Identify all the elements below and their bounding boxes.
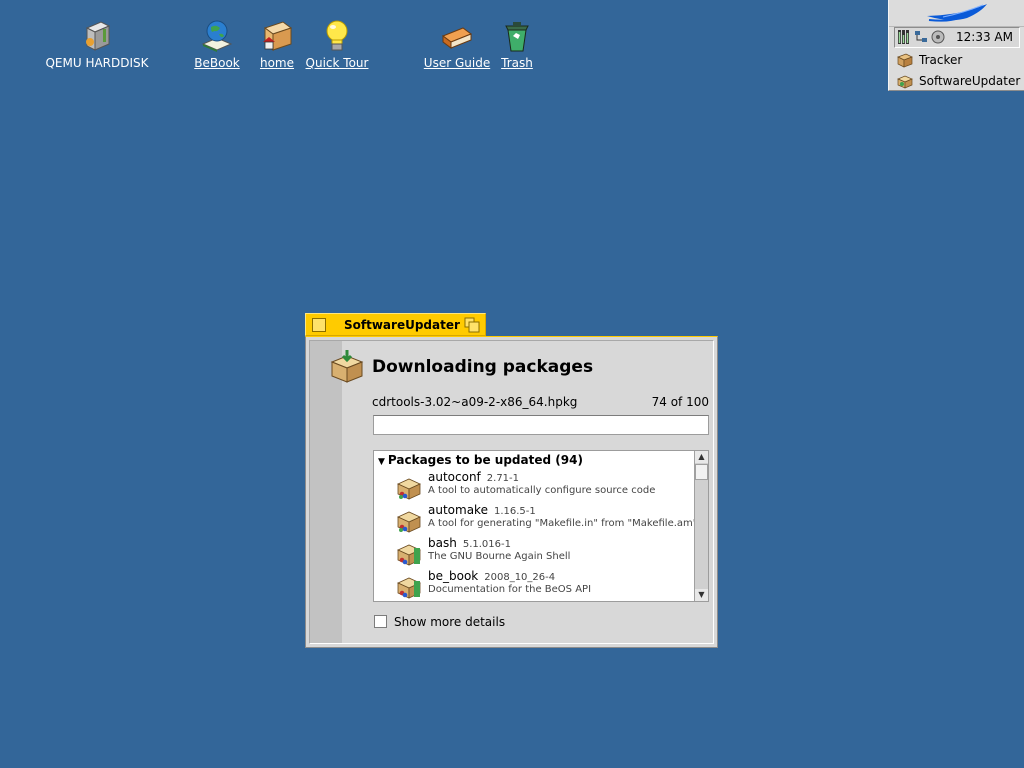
packages-list[interactable]: ▼ Packages to be updated (94) autoconf 2.7… xyxy=(373,450,709,602)
scrollbar-thumb[interactable] xyxy=(695,464,708,480)
desktop-icon-quick-tour[interactable]: Quick Tour xyxy=(282,18,392,70)
show-details-label[interactable]: Show more details xyxy=(394,615,505,629)
haiku-leaf-icon xyxy=(927,4,987,22)
package-icon xyxy=(397,577,421,599)
package-name: be_book 2008_10_26-4 xyxy=(428,569,556,583)
trash-icon xyxy=(505,22,529,52)
deskbar-item-label: SoftwareUpdater xyxy=(919,73,1021,88)
package-name: autoconf 2.71-1 xyxy=(428,470,520,484)
package-row[interactable]: bash 5.1.016-1 The GNU Bourne Again Shell xyxy=(396,536,686,569)
desktop-icon-label: Quick Tour xyxy=(305,56,369,70)
package-version: 2.71-1 xyxy=(486,473,520,484)
window-tab[interactable]: SoftwareUpdater xyxy=(305,313,486,336)
softwareupdater-window: Downloading packages cdrtools-3.02~a09-2… xyxy=(305,336,718,648)
download-count-label: 74 of 100 xyxy=(651,395,709,409)
package-icon xyxy=(397,478,421,500)
tracker-icon xyxy=(897,53,913,68)
package-name: bash 5.1.016-1 xyxy=(428,536,511,550)
desktop-icon-label: Trash xyxy=(501,56,533,70)
package-icon xyxy=(397,544,421,566)
package-description: A tool for generating "Makefile.in" from… xyxy=(428,518,698,529)
deskbar-item-softwareupdater[interactable]: SoftwareUpdater xyxy=(889,70,1024,91)
package-description: The GNU Bourne Again Shell xyxy=(428,551,571,562)
current-file-label: cdrtools-3.02~a09-2-x86_64.hpkg xyxy=(372,395,578,409)
package-version: 5.1.016-1 xyxy=(462,539,511,550)
deskbar-logo-button[interactable] xyxy=(889,0,1024,27)
lightbulb-icon xyxy=(326,20,348,51)
window-title: SoftwareUpdater xyxy=(344,318,460,332)
deskbar: 12:33 AM Tracker SoftwareUpdater xyxy=(888,0,1024,91)
window-close-button[interactable] xyxy=(312,318,326,332)
show-details-checkbox[interactable] xyxy=(374,615,387,628)
deskbar-clock[interactable]: 12:33 AM xyxy=(956,30,1013,44)
network-icon[interactable] xyxy=(914,29,928,45)
deskbar-item-tracker[interactable]: Tracker xyxy=(889,49,1024,70)
cpu-monitor-icon[interactable] xyxy=(898,29,912,45)
package-row[interactable]: autoconf 2.71-1 A tool to automatically c… xyxy=(396,470,686,503)
packages-scrollbar[interactable]: ▲ ▼ xyxy=(694,451,708,601)
deskbar-item-label: Tracker xyxy=(919,52,963,67)
scroll-down-arrow-icon[interactable]: ▼ xyxy=(695,589,708,601)
window-heading: Downloading packages xyxy=(372,357,594,377)
package-version: 1.16.5-1 xyxy=(493,506,536,517)
package-icon xyxy=(897,75,913,89)
package-icon xyxy=(397,511,421,533)
media-icon[interactable] xyxy=(930,29,946,45)
deskbar-tray: 12:33 AM xyxy=(894,27,1020,48)
package-row[interactable]: be_book 2008_10_26-4 Documentation for th… xyxy=(396,569,686,601)
collapse-caret-icon[interactable]: ▼ xyxy=(378,457,385,467)
window-side-strip xyxy=(310,341,342,643)
desktop-icon-trash[interactable]: Trash xyxy=(462,18,572,70)
packages-group-header[interactable]: ▼ Packages to be updated (94) xyxy=(378,453,583,467)
package-description: Documentation for the BeOS API xyxy=(428,584,592,595)
harddisk-icon xyxy=(85,21,111,51)
desktop-icon-label: QEMU HARDDISK xyxy=(45,56,149,70)
package-row[interactable]: automake 1.16.5-1 A tool for generating "… xyxy=(396,503,697,536)
desktop-icon-qemu-harddisk[interactable]: QEMU HARDDISK xyxy=(42,18,152,70)
package-description: A tool to automatically configure source… xyxy=(428,485,656,496)
window-zoom-button[interactable] xyxy=(464,317,480,333)
download-progress-bar xyxy=(373,415,709,435)
packages-group-label: Packages to be updated (94) xyxy=(387,453,583,467)
scroll-up-arrow-icon[interactable]: ▲ xyxy=(695,451,708,463)
package-download-icon xyxy=(330,350,364,383)
package-version: 2008_10_26-4 xyxy=(484,572,556,583)
package-name: automake 1.16.5-1 xyxy=(428,503,536,517)
